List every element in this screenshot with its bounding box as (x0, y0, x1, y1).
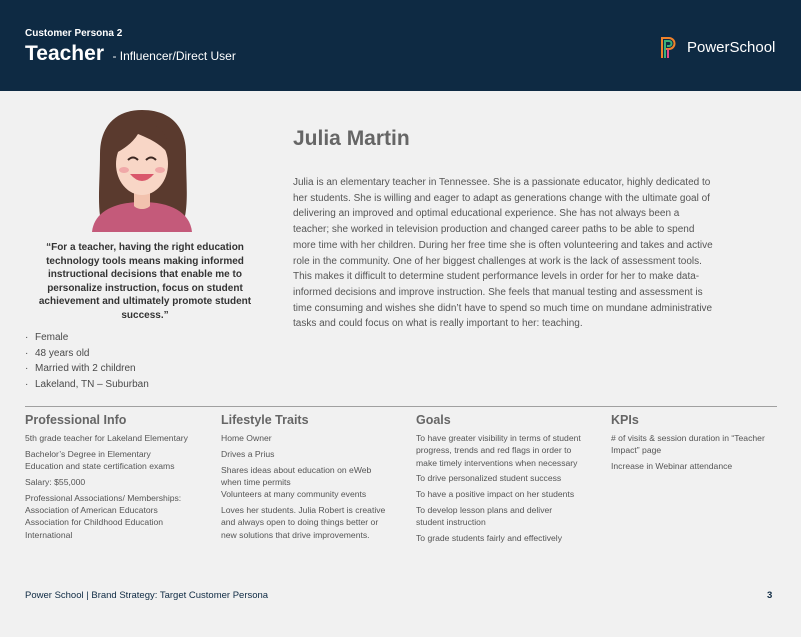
lifestyle-traits-column: Lifestyle Traits Home Owner Drives a Pri… (221, 413, 386, 544)
persona-facts: · Female · 48 years old · Married with 2 ch… (25, 330, 149, 392)
kpis-column: KPIs # of visits & session duration in “… (611, 413, 776, 476)
persona-bio: Julia is an elementary teacher in Tennes… (293, 177, 713, 330)
fact-item: · Lakeland, TN – Suburban (25, 378, 149, 390)
column-item: 5th grade teacher for Lakeland Elementar… (25, 433, 188, 443)
logo-wordmark: PowerSchool (687, 38, 776, 56)
fact-item: · Married with 2 children (25, 363, 136, 374)
column-item: Home Owner (221, 433, 272, 443)
column-heading: Lifestyle Traits (221, 413, 309, 427)
column-item: To grade students fairly and effectively (416, 533, 563, 544)
column-heading: KPIs (611, 413, 639, 427)
column-item: Shares ideas about education on eWeb whe… (221, 464, 372, 487)
page-subtitle: - Influencer/Direct User (112, 49, 236, 63)
column-item: Professional Associations/ Memberships: … (25, 492, 182, 540)
professional-info-column: Professional Info 5th grade teacher for … (25, 413, 190, 544)
header-title-row: Teacher - Influencer/Direct User (25, 42, 236, 66)
column-item: # of visits & session duration in “Teach… (611, 433, 765, 456)
column-item: Loves her students. Julia Robert is crea… (221, 504, 386, 540)
powerschool-logo: PowerSchool (659, 35, 775, 59)
section-divider (25, 406, 777, 407)
page-number: 3 (767, 590, 773, 601)
column-item: Volunteers at many community events (221, 489, 367, 500)
persona-name: Julia Martin (293, 127, 410, 150)
persona-quote: “For a teacher, having the right educati… (38, 242, 252, 321)
column-item: Salary: $55,000 (25, 476, 86, 487)
column-item: Bachelor’s Degree in Elementary Educatio… (25, 448, 175, 472)
column-item: To have greater visibility in terms of s… (416, 433, 581, 468)
page-title: Teacher (25, 42, 104, 65)
header-banner: Customer Persona 2 Teacher - Influencer/… (0, 0, 801, 91)
column-heading: Professional Info (25, 413, 127, 427)
column-item: Drives a Prius (221, 448, 275, 459)
powerschool-logo-icon (661, 37, 676, 58)
column-item: To have a positive impact on her student… (416, 489, 575, 500)
fact-item: · Female (25, 332, 69, 343)
column-item: Increase in Webinar attendance (611, 461, 733, 472)
column-heading: Goals (416, 413, 451, 427)
footer-caption: Power School | Brand Strategy: Target Cu… (25, 590, 269, 601)
goals-column: Goals To have greater visibility in term… (416, 413, 581, 548)
column-item: To drive personalized student success (416, 473, 562, 484)
persona-avatar (92, 110, 192, 232)
persona-eyebrow: Customer Persona 2 (25, 28, 123, 39)
column-item: To develop lesson plans and deliver stud… (416, 504, 553, 528)
fact-item: · 48 years old (25, 347, 90, 359)
